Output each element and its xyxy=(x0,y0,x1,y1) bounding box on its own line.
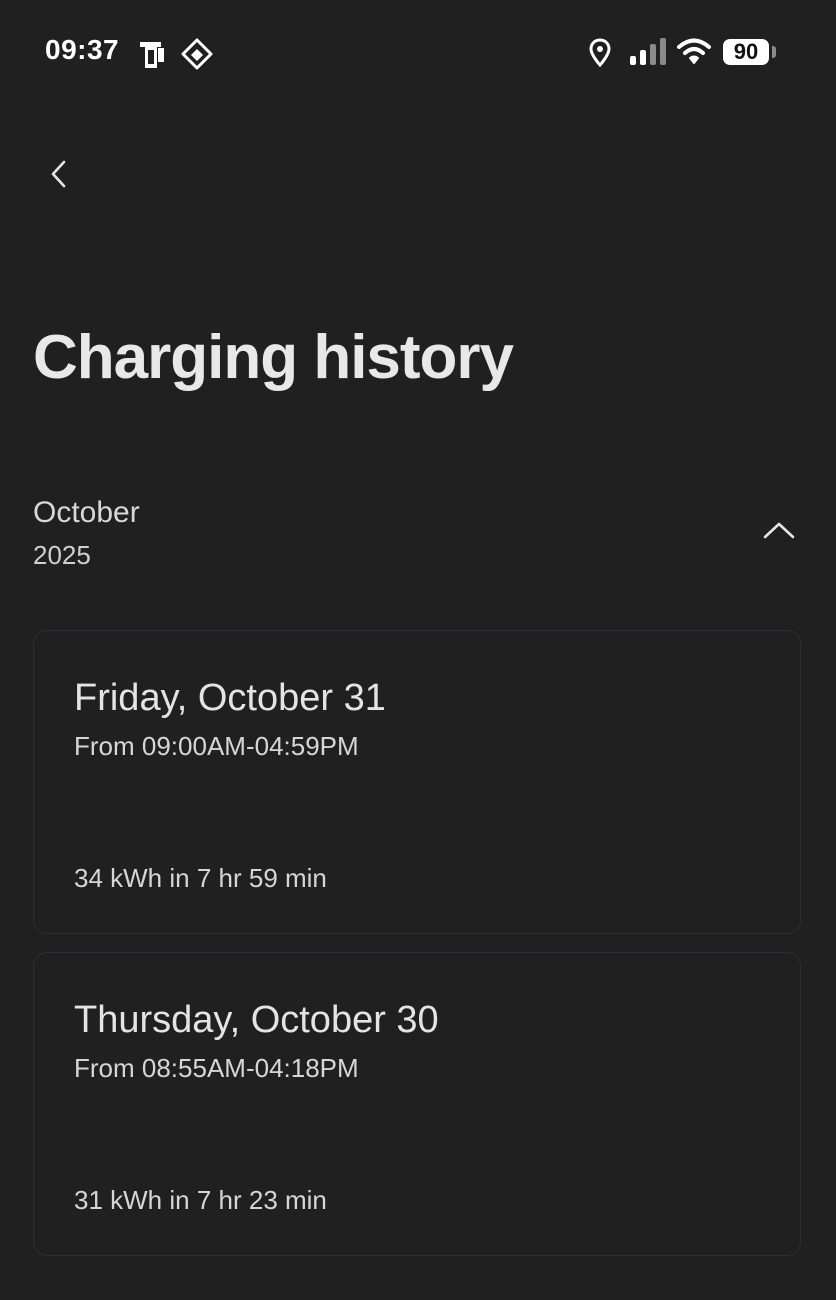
page-title: Charging history xyxy=(33,323,514,392)
chevron-up-icon xyxy=(763,522,795,539)
session-energy-summary: 31 kWh in 7 hr 23 min xyxy=(74,1185,327,1215)
session-time-range: From 08:55AM-04:18PM xyxy=(74,1053,359,1083)
wifi-icon xyxy=(677,38,711,64)
status-bar: 09:37 90 xyxy=(0,0,836,104)
month-label: October xyxy=(33,496,140,529)
year-label: 2025 xyxy=(33,540,91,570)
location-pin-icon xyxy=(589,38,611,68)
cell-signal-icon xyxy=(630,38,666,65)
navigation-diamond-icon xyxy=(181,38,213,70)
charging-session-card[interactable]: Friday, October 31 From 09:00AM-04:59PM … xyxy=(33,630,801,934)
session-date: Friday, October 31 xyxy=(74,677,386,719)
chevron-left-icon xyxy=(51,160,66,188)
session-energy-summary: 34 kWh in 7 hr 59 min xyxy=(74,863,327,893)
back-button[interactable] xyxy=(34,150,82,198)
battery-icon: 90 xyxy=(723,39,769,65)
session-date: Thursday, October 30 xyxy=(74,999,439,1041)
charging-session-card[interactable]: Thursday, October 30 From 08:55AM-04:18P… xyxy=(33,952,801,1256)
month-group-header[interactable]: October 2025 xyxy=(0,490,836,580)
phone-card-icon xyxy=(140,42,164,68)
status-time: 09:37 xyxy=(45,34,120,65)
collapse-toggle[interactable] xyxy=(757,512,801,548)
session-time-range: From 09:00AM-04:59PM xyxy=(74,731,359,761)
battery-tip xyxy=(772,46,776,58)
